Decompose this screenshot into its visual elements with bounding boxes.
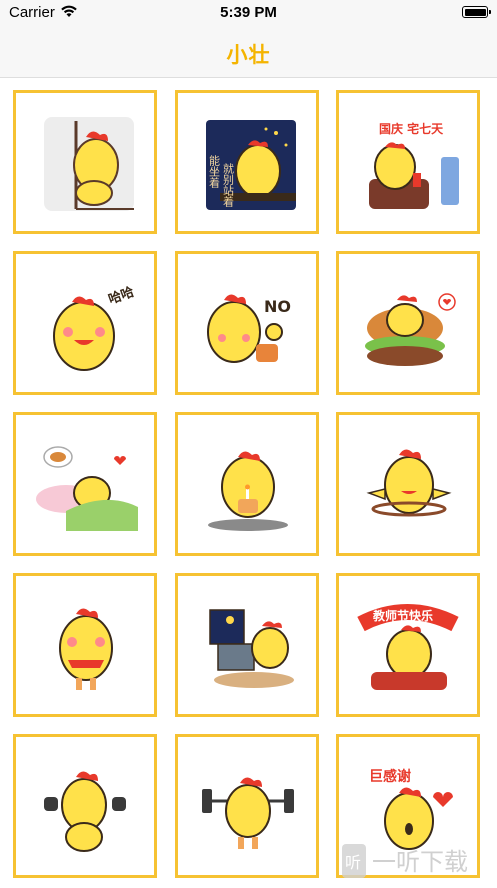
- page-title: 小壮: [226, 44, 271, 67]
- sticker-cell-no-gesture[interactable]: NO: [175, 251, 319, 395]
- sticker-birthday-cake-image: [208, 451, 288, 531]
- sticker-dumbbells-image: [44, 771, 126, 852]
- sticker-cell-computer-desk[interactable]: [175, 573, 319, 717]
- watermark-text: 一听下载: [372, 848, 468, 876]
- battery-icon: [462, 6, 491, 18]
- sticker-cell-birthday-cake[interactable]: [175, 412, 319, 556]
- sticker-cell-barbell[interactable]: [175, 734, 319, 878]
- sticker-cell-national-holiday[interactable]: 国庆 宅七天: [336, 90, 480, 234]
- sticker-computer-desk-image: [209, 609, 294, 688]
- sticker-cell-sleeping-dream[interactable]: [13, 412, 157, 556]
- sticker-laughing-image: 哈哈: [53, 284, 136, 371]
- sticker-cell-teachers-day[interactable]: 教师节快乐: [336, 573, 480, 717]
- clock: 5:39 PM: [220, 4, 277, 21]
- sticker-teachers-day-image: 教师节快乐: [357, 604, 459, 690]
- sticker-cell-laughing[interactable]: 哈哈: [13, 251, 157, 395]
- svg-text:能坐着: 能坐着: [208, 154, 221, 189]
- watermark: 听 一听下载: [338, 838, 497, 883]
- sticker-cell-dumbbells[interactable]: [13, 734, 157, 878]
- sticker-sleeping-dream-image: [36, 446, 138, 531]
- sticker-cell-scarf-standing[interactable]: [13, 573, 157, 717]
- sticker-night-sitting-image: 能坐着 就别站着: [206, 120, 296, 210]
- sticker-grid: 能坐着 就别站着 国庆 宅七天 哈哈 NO 教师节快乐 巨感谢: [0, 77, 497, 883]
- sticker-burger-image: [365, 293, 456, 366]
- sticker-scarf-standing-image: [59, 608, 113, 690]
- sticker-national-holiday-image: 国庆 宅七天: [369, 121, 459, 209]
- sticker-peek-wall-image: [44, 117, 134, 211]
- svg-text:哈哈: 哈哈: [106, 284, 136, 308]
- sticker-hula-hoop-image: [366, 449, 452, 517]
- sticker-cell-peek-wall[interactable]: [13, 90, 157, 234]
- sticker-cell-hula-hoop[interactable]: [336, 412, 480, 556]
- svg-text:NO: NO: [264, 297, 291, 316]
- svg-text:就别站着: 就别站着: [222, 162, 235, 208]
- status-bar: Carrier 5:39 PM: [0, 0, 497, 26]
- svg-text:教师节快乐: 教师节快乐: [372, 608, 433, 623]
- sticker-cell-burger[interactable]: [336, 251, 480, 395]
- sticker-no-gesture-image: NO: [207, 294, 291, 363]
- svg-text:巨感谢: 巨感谢: [369, 768, 411, 785]
- sticker-barbell-image: [202, 777, 294, 849]
- svg-text:国庆 宅七天: 国庆 宅七天: [379, 121, 444, 136]
- watermark-logo-icon: 听 一听下载: [342, 844, 468, 878]
- sticker-cell-night-sitting[interactable]: 能坐着 就别站着: [175, 90, 319, 234]
- navigation-bar: 小壮: [0, 26, 497, 78]
- watermark-mark: 听: [345, 853, 361, 872]
